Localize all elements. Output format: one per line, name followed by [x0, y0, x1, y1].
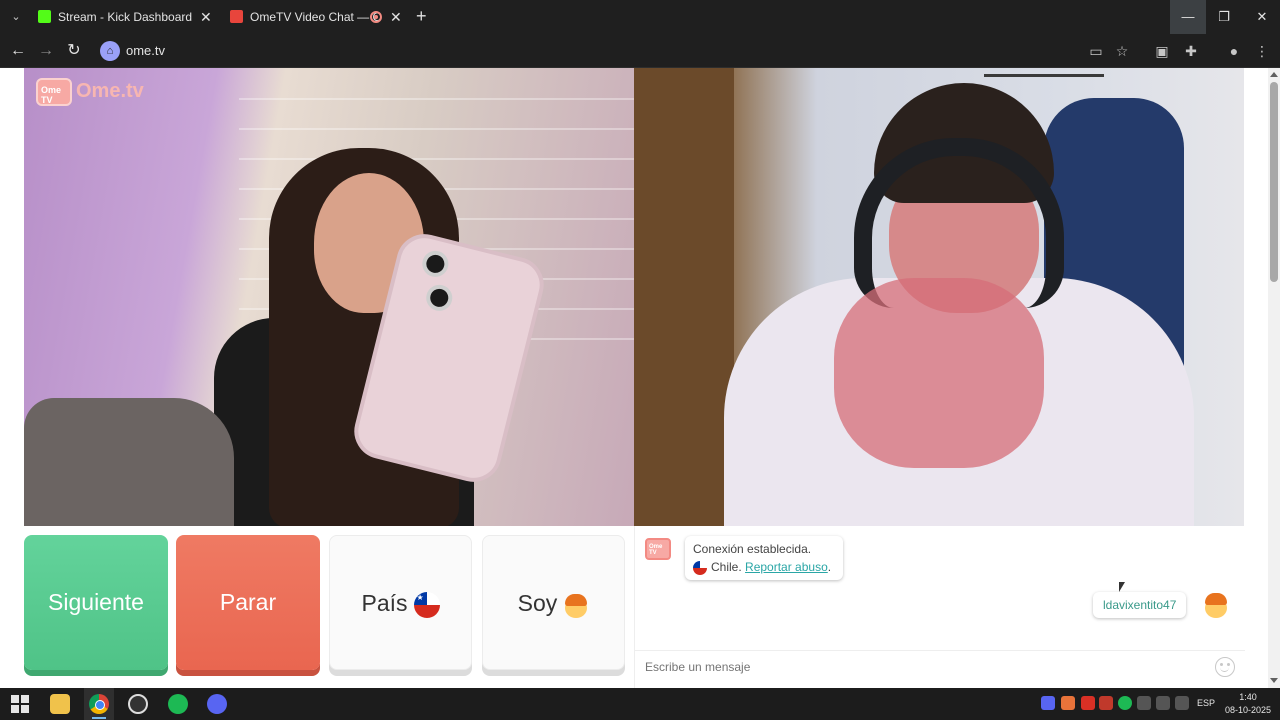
url-field[interactable]: ome.tv: [126, 43, 165, 58]
file-explorer-icon[interactable]: [50, 694, 70, 714]
volume-icon[interactable]: [1156, 696, 1170, 710]
system-message: Conexión establecida. Chile. Reportar ab…: [685, 536, 843, 580]
country-filter-button[interactable]: País ★: [329, 535, 472, 670]
reload-button[interactable]: ↻: [64, 41, 84, 61]
stop-button[interactable]: Parar: [176, 535, 320, 670]
partner-country: Chile. Reportar abuso.: [693, 560, 831, 575]
tab-title: OmeTV Video Chat — Ome: [250, 10, 380, 24]
language-indicator[interactable]: ESP: [1197, 698, 1215, 708]
tab-close-icon[interactable]: ✕: [390, 4, 402, 30]
back-button[interactable]: ←: [8, 41, 28, 61]
microphone-icon[interactable]: [1175, 696, 1189, 710]
chrome-icon[interactable]: [89, 694, 109, 714]
country-label: País: [361, 590, 408, 616]
new-tab-button[interactable]: +: [416, 6, 427, 26]
address-bar: ← → ↻ ⌂ ome.tv ▭ ☆ ▣ ✚ ● ⋮: [0, 34, 1280, 68]
minimize-button[interactable]: —: [1170, 0, 1206, 34]
logo-tv-icon: Ome TV: [36, 78, 72, 106]
chat-message: ldavixentito47: [1093, 592, 1187, 618]
chile-flag-icon: [693, 560, 707, 575]
self-video: [634, 68, 1244, 526]
mouse-cursor-icon: [1119, 582, 1125, 592]
tab-title: Stream - Kick Dashboard: [58, 10, 193, 24]
chile-flag-icon: ★: [413, 591, 440, 618]
kick-favicon-icon: [38, 10, 51, 23]
profile-avatar-icon[interactable]: ●: [1225, 42, 1243, 60]
extensions-puzzle-icon[interactable]: ✚: [1182, 42, 1200, 60]
user-avatar: [1203, 590, 1229, 618]
site-info-icon[interactable]: ⌂: [100, 41, 120, 61]
spotify-tray-icon[interactable]: [1118, 696, 1132, 710]
boy-avatar-icon: [563, 592, 589, 618]
tab-search-icon[interactable]: ⌄: [6, 8, 26, 26]
chat-panel: Ome TV Conexión establecida. Chile. Repo…: [634, 526, 1245, 688]
report-abuse-link[interactable]: Reportar abuso: [745, 560, 828, 574]
app-tray-icon[interactable]: [1099, 696, 1113, 710]
emoji-picker-icon[interactable]: [1215, 657, 1235, 677]
menu-kebab-icon[interactable]: ⋮: [1253, 42, 1271, 60]
tab-kick-dashboard[interactable]: Stream - Kick Dashboard ✕: [28, 4, 218, 30]
recording-icon: [370, 11, 382, 23]
close-window-button[interactable]: ✕: [1244, 0, 1280, 34]
ometv-chat-logo-icon: Ome TV: [645, 538, 671, 560]
spotify-icon[interactable]: [168, 694, 188, 714]
windows-start-icon[interactable]: [10, 694, 30, 714]
next-button[interactable]: Siguiente: [24, 535, 168, 670]
cast-icon[interactable]: ▭: [1087, 42, 1105, 60]
clock-date: 08-10-2025: [1224, 705, 1272, 715]
obs-icon[interactable]: [128, 694, 148, 714]
windows-taskbar: ESP 1:40 08-10-2025: [0, 688, 1280, 720]
tab-close-icon[interactable]: ✕: [200, 4, 212, 30]
restore-button[interactable]: ❐: [1206, 0, 1242, 34]
forward-button[interactable]: →: [36, 41, 56, 61]
browser-tab-bar: ⌄ Stream - Kick Dashboard ✕ OmeTV Video …: [0, 0, 1280, 34]
extension-icon[interactable]: ▣: [1153, 42, 1171, 60]
scroll-up-icon[interactable]: [1270, 72, 1278, 77]
gender-select-button[interactable]: Soy: [482, 535, 625, 670]
partner-video: Ome TV Ome.tv: [24, 68, 634, 526]
app-tray-icon[interactable]: [1061, 696, 1075, 710]
scroll-thumb[interactable]: [1270, 82, 1278, 282]
page-scrollbar[interactable]: [1268, 68, 1280, 688]
ometv-page: Ome TV Ome.tv Siguiente Parar País ★ Soy …: [0, 68, 1268, 688]
me-label: Soy: [517, 590, 558, 616]
scroll-down-icon[interactable]: [1270, 678, 1278, 683]
discord-icon[interactable]: [207, 694, 227, 714]
ometv-favicon-icon: [230, 10, 243, 23]
connection-status: Conexión establecida.: [693, 542, 812, 556]
discord-tray-icon[interactable]: [1041, 696, 1055, 710]
bookmark-star-icon[interactable]: ☆: [1113, 42, 1131, 60]
message-input[interactable]: [635, 650, 1245, 682]
system-clock[interactable]: 1:40 08-10-2025: [1222, 691, 1274, 717]
network-icon[interactable]: [1137, 696, 1151, 710]
active-indicator: [92, 717, 106, 719]
tab-ometv[interactable]: OmeTV Video Chat — Ome ✕: [220, 4, 408, 30]
antivirus-tray-icon[interactable]: [1081, 696, 1095, 710]
clock-time: 1:40: [1239, 692, 1257, 702]
